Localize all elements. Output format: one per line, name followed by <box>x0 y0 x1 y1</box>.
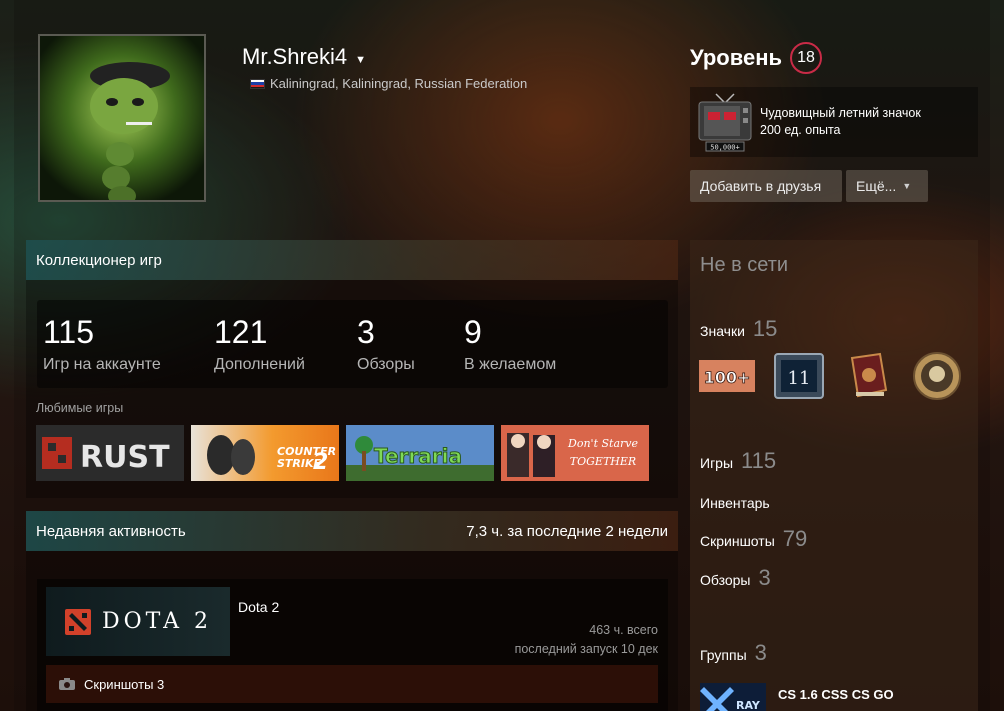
svg-text:RAY: RAY <box>736 699 761 711</box>
svg-text:2: 2 <box>313 450 328 475</box>
recent-game-screenshots[interactable]: Скриншоты 3 <box>46 665 658 703</box>
dota2-logo-text: DOTA 2 <box>101 609 213 634</box>
level-badge: 18 <box>790 42 823 74</box>
online-status: Не в сети <box>700 254 789 276</box>
reviews-count: 3 <box>758 565 771 590</box>
svg-text:TOGETHER: TOGETHER <box>570 455 636 468</box>
groups-label: Группы <box>700 647 747 663</box>
recent-activity-summary: 7,3 ч. за последние 2 недели <box>466 522 668 540</box>
profile-avatar[interactable] <box>38 34 206 202</box>
favorite-games-label: Любимые игры <box>36 401 124 415</box>
stat-number: 9 <box>464 314 482 350</box>
bronze-medal-badge-icon[interactable] <box>909 352 965 400</box>
stat-label: Игр на аккаунте <box>43 356 161 373</box>
svg-text:Terraria: Terraria <box>374 444 462 468</box>
screenshots-count: 79 <box>782 526 808 551</box>
more-actions-label: Ещё... <box>856 178 897 194</box>
dota2-logo-icon <box>64 608 91 635</box>
favorite-game-cs2[interactable]: COUNTER STRIKE 2 <box>191 425 339 481</box>
badges-count: 15 <box>752 316 778 341</box>
stat-number: 121 <box>214 314 268 350</box>
favorite-badge[interactable]: 50,000+ Чудовищный летний значок 200 ед.… <box>690 87 978 157</box>
recent-activity-title: Недавняя активность <box>36 522 186 540</box>
eleven-badge-icon[interactable]: 11 <box>771 352 827 400</box>
badge-icon-text: 50,000+ <box>710 144 740 152</box>
inventory-label: Инвентарь <box>700 495 770 511</box>
add-friend-button[interactable]: Добавить в друзья <box>690 170 842 202</box>
badge-text: 100+ <box>704 368 751 387</box>
collector-title: Коллекционер игр <box>36 251 162 269</box>
profile-location: Kaliningrad, Kaliningrad, Russian Federa… <box>250 76 527 91</box>
group-name: CS 1.6 CSS CS GO <box>778 686 894 702</box>
recent-game-hours: 463 ч. всего последний запуск 10 дек <box>515 621 658 659</box>
favorite-badge-xp: 200 ед. опыта <box>760 123 841 137</box>
favorite-game-terraria[interactable]: Terraria <box>346 425 494 481</box>
rust-logo: RUST <box>80 440 170 475</box>
chevron-down-icon: ▼ <box>902 181 912 191</box>
games-label: Игры <box>700 455 734 471</box>
favorite-badge-name: Чудовищный летний значок <box>760 106 921 120</box>
last-played: последний запуск 10 дек <box>514 642 658 656</box>
svg-text:Don't Starve: Don't Starve <box>567 437 638 450</box>
persona-name: Mr.Shreki4 <box>242 44 348 69</box>
stat-number: 3 <box>357 314 375 350</box>
groups-count: 3 <box>754 640 767 665</box>
level-label: Уровень <box>690 45 783 70</box>
book-badge-icon[interactable] <box>840 352 896 400</box>
tv-badge-icon: 50,000+ <box>698 92 752 152</box>
favorite-game-rust[interactable]: RUST <box>36 425 184 481</box>
stat-label: Обзоры <box>357 356 415 373</box>
stat-label: Дополнений <box>214 356 305 373</box>
screenshots-link[interactable]: Скриншоты 79 <box>700 526 807 552</box>
group-avatar: RAY <box>700 683 766 711</box>
recent-game-name[interactable]: Dota 2 <box>238 599 279 615</box>
dota2-capsule[interactable]: DOTA 2 <box>46 587 230 656</box>
collector-stats: 115 Игр на аккаунте 121 Дополнений 3 Обз… <box>37 300 668 388</box>
badges-label: Значки <box>700 323 745 339</box>
100plus-badge-icon[interactable]: 100+ <box>699 352 755 400</box>
stat-label: В желаемом <box>464 356 557 373</box>
persona-name-dropdown[interactable]: Mr.Shreki4 ▼ <box>242 44 366 70</box>
reviews-link[interactable]: Обзоры 3 <box>700 565 771 591</box>
chevron-down-icon: ▼ <box>355 54 367 66</box>
inventory-link[interactable]: Инвентарь <box>700 495 770 511</box>
recent-activity-header: Недавняя активность 7,3 ч. за последние … <box>26 511 678 551</box>
profile-level[interactable]: Уровень 18 <box>690 42 823 74</box>
collector-showcase-header: Коллекционер игр <box>26 240 678 280</box>
stat-games[interactable]: 115 Игр на аккаунте <box>43 314 161 374</box>
badges-link[interactable]: Значки 15 <box>700 316 777 342</box>
reviews-label: Обзоры <box>700 572 751 588</box>
total-hours: 463 ч. всего <box>589 623 658 637</box>
stat-number: 115 <box>43 314 95 350</box>
camera-icon <box>59 678 75 690</box>
games-count: 115 <box>741 448 777 473</box>
stat-reviews[interactable]: 3 Обзоры <box>357 314 415 374</box>
russia-flag-icon <box>250 78 265 89</box>
screenshots-label: Скриншоты 3 <box>84 676 165 692</box>
games-link[interactable]: Игры 115 <box>700 448 776 474</box>
groups-link[interactable]: Группы 3 <box>700 640 767 666</box>
badge-text: 11 <box>788 368 811 389</box>
group-item[interactable]: RAY CS 1.6 CSS CS GO <box>700 683 894 711</box>
screenshots-sidebar-label: Скриншоты <box>700 533 775 549</box>
location-text: Kaliningrad, Kaliningrad, Russian Federa… <box>270 76 528 91</box>
more-actions-button[interactable]: Ещё... ▼ <box>846 170 928 202</box>
stat-dlc[interactable]: 121 Дополнений <box>214 314 305 374</box>
stat-wishlist[interactable]: 9 В желаемом <box>464 314 556 374</box>
favorite-game-dont-starve-together[interactable]: Don't Starve TOGETHER <box>501 425 649 481</box>
